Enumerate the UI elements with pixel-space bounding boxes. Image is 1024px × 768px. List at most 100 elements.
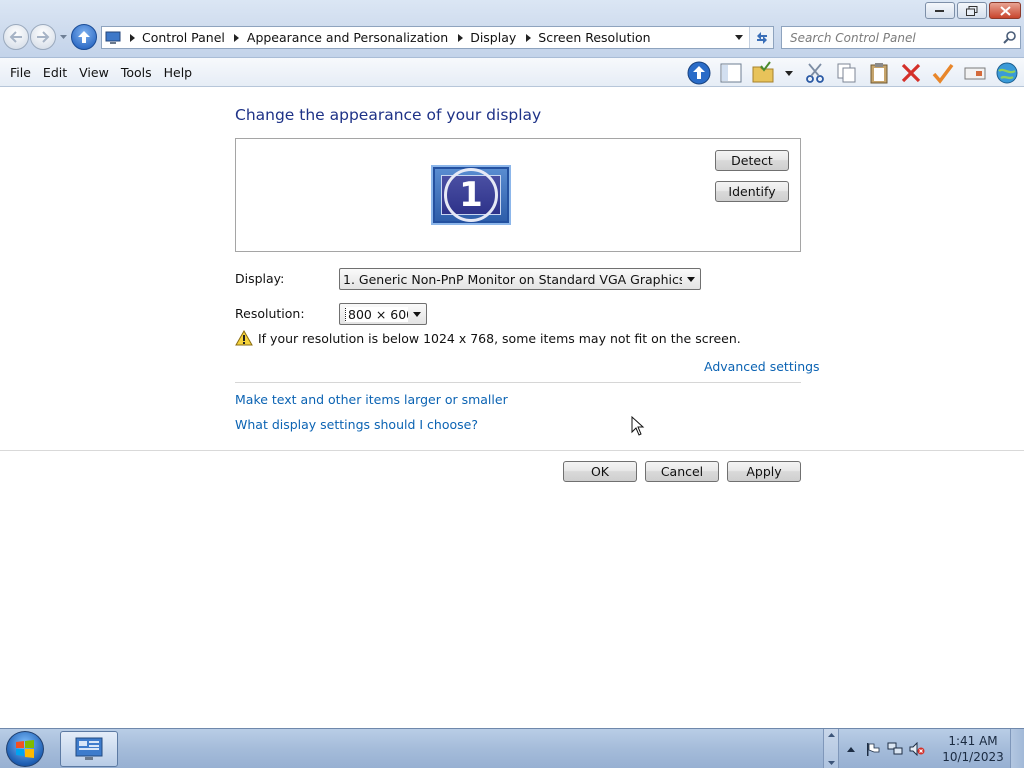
breadcrumb-separator-icon[interactable]: [452, 33, 468, 42]
menu-view[interactable]: View: [73, 58, 115, 87]
checkmark-icon: [932, 63, 954, 84]
taskbar-control-panel-button[interactable]: [60, 731, 118, 767]
toolbar-properties-button[interactable]: [930, 60, 956, 86]
restore-button[interactable]: [957, 2, 987, 19]
start-button[interactable]: [6, 731, 44, 767]
mouse-cursor-icon: [631, 416, 645, 436]
globe-icon: [996, 62, 1018, 84]
scissors-icon: [806, 63, 824, 83]
show-hidden-icons-button[interactable]: [843, 741, 859, 757]
menu-bar: File Edit View Tools Help: [0, 58, 1024, 87]
close-button[interactable]: [989, 2, 1021, 19]
menu-file[interactable]: File: [4, 58, 37, 87]
breadcrumb-control-panel[interactable]: Control Panel: [140, 30, 229, 45]
ok-button[interactable]: OK: [563, 461, 637, 482]
chevron-down-icon: [827, 761, 835, 765]
address-bar[interactable]: Control Panel Appearance and Personaliza…: [101, 26, 774, 49]
back-button[interactable]: [3, 24, 29, 50]
section-divider: [235, 382, 801, 383]
window-title-bar: Control Panel Appearance and Personaliza…: [0, 0, 1024, 58]
breadcrumb-display[interactable]: Display: [468, 30, 520, 45]
toolbar-cut-button[interactable]: [802, 60, 828, 86]
system-clock[interactable]: 1:41 AM 10/1/2023: [940, 733, 1006, 765]
chevron-up-icon: [847, 746, 855, 752]
folder-check-icon: [752, 61, 774, 83]
chevron-down-icon: [682, 269, 700, 289]
refresh-button[interactable]: [749, 27, 773, 48]
apply-button[interactable]: Apply: [727, 461, 801, 482]
chevron-down-icon: [785, 70, 793, 76]
monitor-number: 1: [444, 168, 498, 222]
minimize-button[interactable]: [925, 2, 955, 19]
advanced-settings-link[interactable]: Advanced settings: [704, 359, 820, 374]
resolution-warning: If your resolution is below 1024 x 768, …: [235, 330, 741, 346]
delete-x-icon: [901, 63, 921, 83]
action-center-flag-icon[interactable]: [865, 741, 881, 757]
chevron-down-icon: [408, 304, 426, 324]
identify-button[interactable]: Identify: [715, 181, 789, 202]
search-input[interactable]: [782, 27, 998, 48]
toolbar-folder-button[interactable]: [750, 60, 776, 86]
breadcrumb-separator-icon[interactable]: [520, 33, 536, 42]
toolbar-globe-button[interactable]: [994, 60, 1020, 86]
menu-help[interactable]: Help: [158, 58, 199, 87]
toolbar-up-button[interactable]: [686, 60, 712, 86]
volume-muted-icon[interactable]: [909, 741, 925, 757]
show-desktop-button[interactable]: [1010, 729, 1024, 768]
taskbar-scroll[interactable]: [823, 729, 839, 768]
chevron-down-icon: [735, 35, 743, 40]
toolbar-paste-button[interactable]: [866, 60, 892, 86]
text-size-link[interactable]: Make text and other items larger or smal…: [235, 392, 508, 407]
resolution-select[interactable]: 800 × 600: [339, 303, 427, 325]
menu-edit[interactable]: Edit: [37, 58, 73, 87]
control-panel-icon: [75, 737, 103, 760]
clipboard-icon: [870, 63, 888, 84]
minimize-icon: [935, 9, 944, 12]
detect-button[interactable]: Detect: [715, 150, 789, 171]
cancel-button[interactable]: Cancel: [645, 461, 719, 482]
breadcrumb: Control Panel Appearance and Personaliza…: [102, 27, 729, 48]
toolbar-delete-button[interactable]: [898, 60, 924, 86]
monitor-tile[interactable]: 1: [431, 165, 511, 225]
resolution-label: Resolution:: [235, 306, 305, 321]
toolbar-folder-dropdown[interactable]: [782, 60, 796, 86]
search-icon[interactable]: [998, 31, 1020, 44]
chevron-up-icon: [827, 733, 835, 737]
rename-icon: [964, 67, 986, 80]
close-icon: [999, 5, 1011, 16]
control-panel-icon: [102, 27, 124, 48]
search-box: [781, 26, 1021, 49]
toolbar-rename-button[interactable]: [962, 60, 988, 86]
navigation-buttons: [3, 24, 97, 50]
system-tray: [843, 729, 925, 768]
display-select[interactable]: 1. Generic Non-PnP Monitor on Standard V…: [339, 268, 701, 290]
recent-pages-button[interactable]: [57, 24, 69, 50]
folder-pane-icon: [720, 63, 742, 83]
network-icon[interactable]: [887, 741, 903, 757]
monitor-arrangement-panel: 1 Detect Identify: [235, 138, 801, 252]
breadcrumb-separator-icon[interactable]: [124, 33, 140, 42]
breadcrumb-separator-icon[interactable]: [229, 33, 245, 42]
up-arrow-icon: [687, 61, 711, 85]
taskbar: 1:41 AM 10/1/2023: [0, 728, 1024, 768]
display-settings-help-link[interactable]: What display settings should I choose?: [235, 417, 478, 432]
toolbar-panes-button[interactable]: [718, 60, 744, 86]
refresh-icon: [756, 31, 767, 44]
up-level-button[interactable]: [71, 24, 97, 50]
footer-divider: [0, 450, 1024, 451]
breadcrumb-screen-resolution[interactable]: Screen Resolution: [536, 30, 654, 45]
breadcrumb-appearance[interactable]: Appearance and Personalization: [245, 30, 452, 45]
address-dropdown-button[interactable]: [729, 27, 749, 48]
copy-icon: [837, 63, 856, 83]
warning-text: If your resolution is below 1024 x 768, …: [258, 330, 741, 346]
chevron-down-icon: [59, 35, 67, 39]
up-arrow-icon: [78, 31, 90, 43]
toolbar-copy-button[interactable]: [834, 60, 860, 86]
menu-tools[interactable]: Tools: [115, 58, 158, 87]
window-controls: [925, 2, 1021, 19]
windows-logo-icon: [16, 740, 34, 758]
forward-arrow-icon: [37, 31, 50, 43]
page-title: Change the appearance of your display: [235, 106, 542, 124]
display-select-value: 1. Generic Non-PnP Monitor on Standard V…: [343, 271, 682, 287]
forward-button[interactable]: [30, 24, 56, 50]
